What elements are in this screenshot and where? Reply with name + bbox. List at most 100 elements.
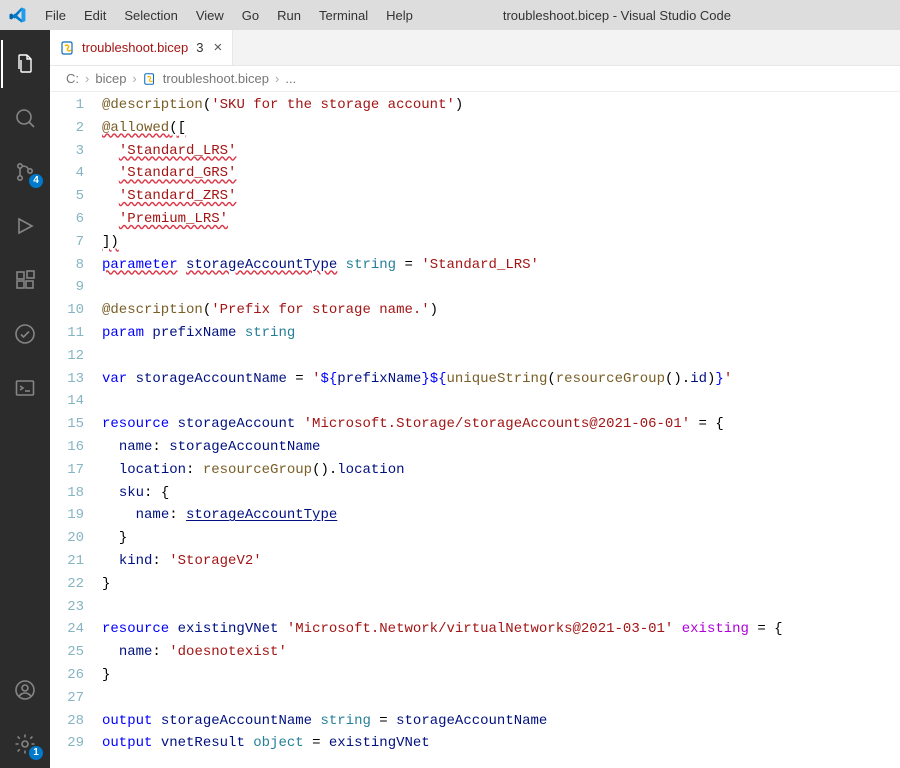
- chevron-right-icon: ›: [85, 71, 89, 86]
- line-number: 13: [50, 368, 84, 391]
- bicep-file-icon: [60, 40, 76, 56]
- scm-badge: 4: [29, 174, 43, 188]
- code-line[interactable]: 'Standard_LRS': [102, 140, 900, 163]
- code-line[interactable]: name: storageAccountType: [102, 504, 900, 527]
- workbench: 4: [0, 30, 900, 768]
- code-line[interactable]: output vnetResult object = existingVNet: [102, 732, 900, 755]
- line-number: 11: [50, 322, 84, 345]
- activity-terminal[interactable]: [1, 364, 49, 412]
- code-line[interactable]: output storageAccountName string = stora…: [102, 710, 900, 733]
- line-number: 28: [50, 710, 84, 733]
- code-line[interactable]: param prefixName string: [102, 322, 900, 345]
- code-line[interactable]: resource existingVNet 'Microsoft.Network…: [102, 618, 900, 641]
- code-line[interactable]: [102, 596, 900, 619]
- code-line[interactable]: @description('SKU for the storage accoun…: [102, 94, 900, 117]
- line-number: 23: [50, 596, 84, 619]
- code-line[interactable]: sku: {: [102, 482, 900, 505]
- line-number: 8: [50, 254, 84, 277]
- code-line[interactable]: resource storageAccount 'Microsoft.Stora…: [102, 413, 900, 436]
- extensions-icon: [13, 268, 37, 292]
- code-line[interactable]: 'Standard_GRS': [102, 162, 900, 185]
- account-icon: [13, 678, 37, 702]
- activity-settings[interactable]: 1: [1, 720, 49, 768]
- chevron-right-icon: ›: [132, 71, 136, 86]
- code-line[interactable]: [102, 390, 900, 413]
- code-line[interactable]: [102, 345, 900, 368]
- line-number-gutter: 1234567891011121314151617181920212223242…: [50, 92, 102, 768]
- line-number: 24: [50, 618, 84, 641]
- breadcrumb-segment[interactable]: bicep: [95, 71, 126, 86]
- line-number: 9: [50, 276, 84, 299]
- bicep-file-icon: [143, 72, 157, 86]
- code-line[interactable]: }: [102, 664, 900, 687]
- code-line[interactable]: [102, 687, 900, 710]
- code-line[interactable]: parameter storageAccountType string = 'S…: [102, 254, 900, 277]
- menu-run[interactable]: Run: [268, 4, 310, 27]
- menu-edit[interactable]: Edit: [75, 4, 115, 27]
- menu-go[interactable]: Go: [233, 4, 268, 27]
- tab-filename: troubleshoot.bicep: [82, 40, 188, 55]
- code-line[interactable]: ]): [102, 231, 900, 254]
- terminal-icon: [13, 376, 37, 400]
- breadcrumb-segment[interactable]: troubleshoot.bicep: [163, 71, 269, 86]
- activity-run-debug[interactable]: [1, 202, 49, 250]
- code-line[interactable]: kind: 'StorageV2': [102, 550, 900, 573]
- editor-group: troubleshoot.bicep 3 × C: › bicep › trou…: [50, 30, 900, 768]
- activity-accounts[interactable]: [1, 666, 49, 714]
- line-number: 29: [50, 732, 84, 755]
- line-number: 2: [50, 117, 84, 140]
- line-number: 18: [50, 482, 84, 505]
- line-number: 14: [50, 390, 84, 413]
- code-line[interactable]: [102, 276, 900, 299]
- line-number: 17: [50, 459, 84, 482]
- activity-source-control[interactable]: 4: [1, 148, 49, 196]
- title-bar: File Edit Selection View Go Run Terminal…: [0, 0, 900, 30]
- line-number: 10: [50, 299, 84, 322]
- activity-azure[interactable]: [1, 310, 49, 358]
- line-number: 12: [50, 345, 84, 368]
- line-number: 7: [50, 231, 84, 254]
- line-number: 15: [50, 413, 84, 436]
- line-number: 3: [50, 140, 84, 163]
- settings-badge: 1: [29, 746, 43, 760]
- line-number: 27: [50, 687, 84, 710]
- menu-file[interactable]: File: [36, 4, 75, 27]
- code-line[interactable]: name: storageAccountName: [102, 436, 900, 459]
- activity-search[interactable]: [1, 94, 49, 142]
- breadcrumb-overflow[interactable]: ...: [285, 71, 296, 86]
- breadcrumb-segment[interactable]: C:: [66, 71, 79, 86]
- tab-troubleshoot[interactable]: troubleshoot.bicep 3 ×: [50, 30, 233, 65]
- code-line[interactable]: name: 'doesnotexist': [102, 641, 900, 664]
- editor-tabs: troubleshoot.bicep 3 ×: [50, 30, 900, 66]
- code-line[interactable]: location: resourceGroup().location: [102, 459, 900, 482]
- breadcrumbs[interactable]: C: › bicep › troubleshoot.bicep › ...: [50, 66, 900, 92]
- line-number: 19: [50, 504, 84, 527]
- code-line[interactable]: @allowed([: [102, 117, 900, 140]
- code-line[interactable]: @description('Prefix for storage name.'): [102, 299, 900, 322]
- line-number: 16: [50, 436, 84, 459]
- azure-tick-icon: [13, 322, 37, 346]
- line-number: 20: [50, 527, 84, 550]
- code-line[interactable]: 'Premium_LRS': [102, 208, 900, 231]
- line-number: 22: [50, 573, 84, 596]
- activity-explorer[interactable]: [1, 40, 49, 88]
- code-lines[interactable]: @description('SKU for the storage accoun…: [102, 92, 900, 768]
- debug-icon: [13, 214, 37, 238]
- window-title: troubleshoot.bicep - Visual Studio Code: [342, 8, 892, 23]
- menu-view[interactable]: View: [187, 4, 233, 27]
- code-line[interactable]: var storageAccountName = '${prefixName}$…: [102, 368, 900, 391]
- menu-selection[interactable]: Selection: [115, 4, 186, 27]
- code-editor[interactable]: 1234567891011121314151617181920212223242…: [50, 92, 900, 768]
- line-number: 26: [50, 664, 84, 687]
- line-number: 5: [50, 185, 84, 208]
- code-line[interactable]: }: [102, 573, 900, 596]
- close-icon[interactable]: ×: [213, 39, 222, 56]
- code-line[interactable]: 'Standard_ZRS': [102, 185, 900, 208]
- vscode-logo-icon: [8, 6, 26, 24]
- activity-extensions[interactable]: [1, 256, 49, 304]
- code-line[interactable]: }: [102, 527, 900, 550]
- tab-problem-count: 3: [196, 40, 203, 55]
- line-number: 4: [50, 162, 84, 185]
- chevron-right-icon: ›: [275, 71, 279, 86]
- files-icon: [13, 52, 37, 76]
